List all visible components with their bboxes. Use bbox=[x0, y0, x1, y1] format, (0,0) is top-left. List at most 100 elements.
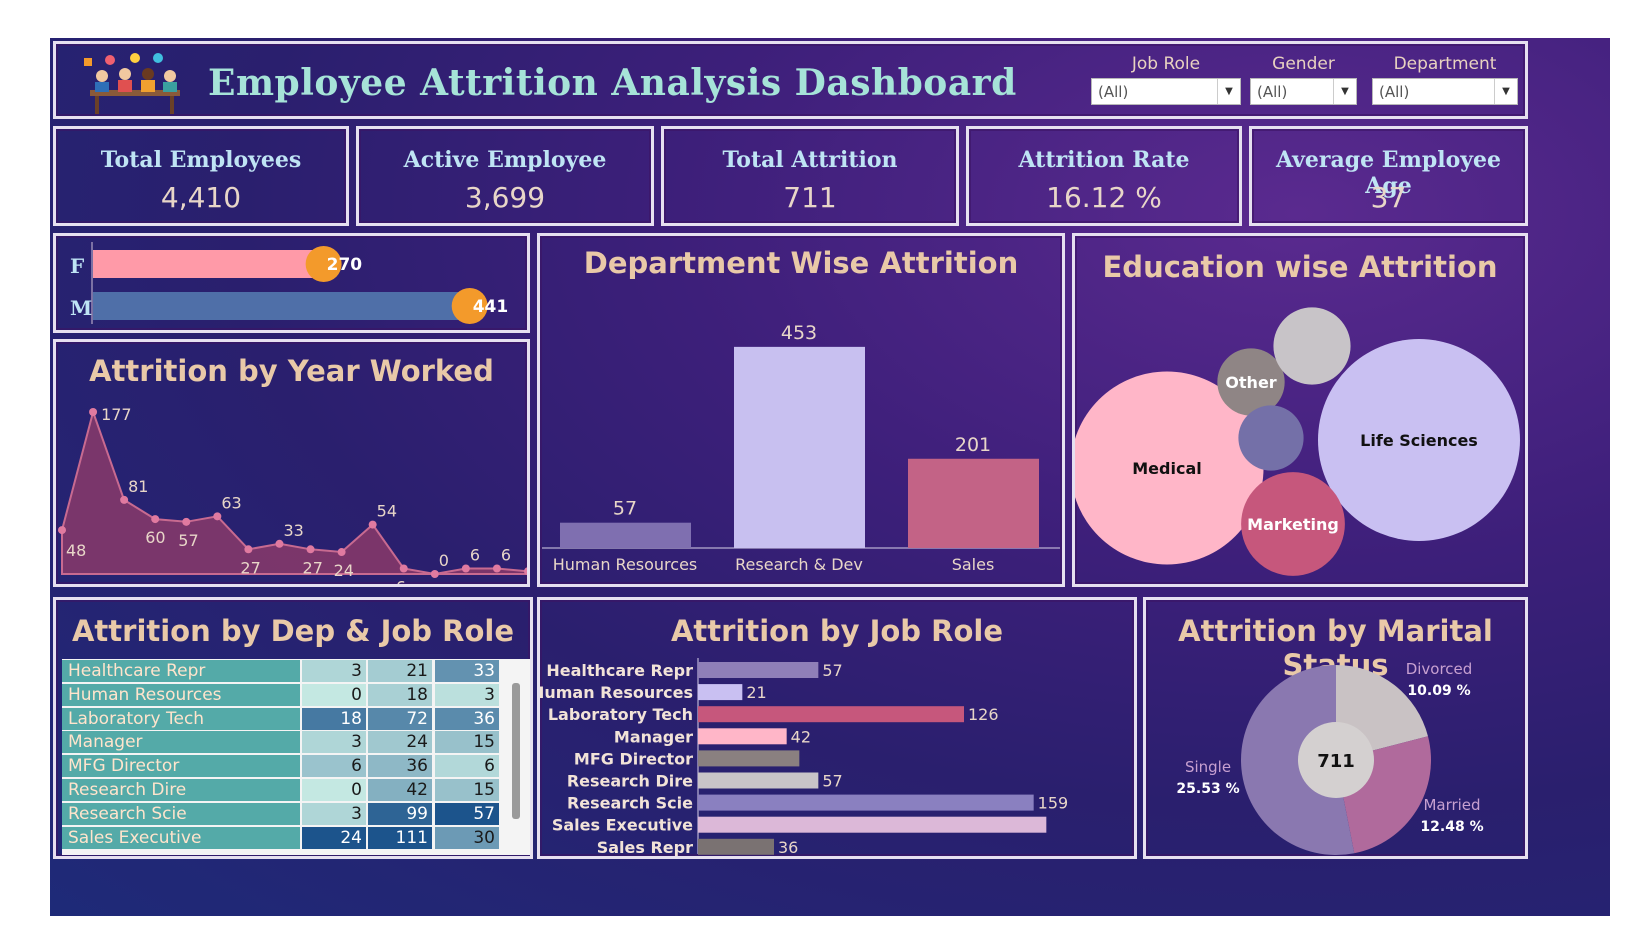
job-role-label: Research Scie bbox=[567, 794, 693, 813]
year-value-label: 6 bbox=[501, 546, 511, 565]
education-bubble-label: Medical bbox=[1132, 459, 1201, 478]
table-cell: 18 bbox=[368, 683, 432, 706]
job-role-value-label: 159 bbox=[1038, 794, 1069, 813]
job-role-label: Laboratory Tech bbox=[548, 705, 693, 724]
education-bubble-chart: Medical Life Sciences Marketing Other bbox=[1075, 307, 1520, 576]
gender-code-label: M bbox=[70, 296, 92, 320]
kpi-value: 37 bbox=[1370, 181, 1407, 214]
year-point bbox=[368, 520, 377, 529]
department-bar-chart: 57 Human Resources 453 Research & Dev 201 Sal… bbox=[542, 322, 1060, 574]
marital-donut-chart: 711 Divorced 10.09 % Married 12.48 % Single 25… bbox=[1176, 660, 1484, 855]
kpi-label: Total Attrition bbox=[722, 147, 898, 173]
table-row-label: MFG Director bbox=[62, 755, 300, 778]
dept-bar bbox=[734, 346, 865, 548]
year-value-label: 60 bbox=[145, 528, 165, 547]
year-point bbox=[151, 515, 160, 524]
job-role-value-label: 42 bbox=[791, 727, 811, 746]
education-attrition-panel: Education wise Attrition Medical Life Sci… bbox=[1072, 233, 1528, 587]
year-point bbox=[430, 570, 439, 578]
year-point bbox=[492, 564, 501, 573]
gender-value-label: 270 bbox=[327, 255, 363, 275]
marital-percent: 25.53 % bbox=[1176, 781, 1239, 797]
marital-label: Single bbox=[1185, 758, 1231, 776]
year-point bbox=[244, 545, 253, 554]
year-value-label: 177 bbox=[101, 405, 132, 424]
year-point bbox=[306, 545, 315, 554]
year-point bbox=[213, 512, 222, 521]
kpi-card-average-age: Average Employee Age 37 bbox=[1249, 126, 1528, 226]
filter-label-gender: Gender bbox=[1272, 54, 1335, 74]
kpi-value: 711 bbox=[783, 181, 837, 214]
marital-label: Married bbox=[1423, 796, 1480, 814]
table-cell: 3 bbox=[302, 660, 366, 682]
table-cell: 42 bbox=[368, 779, 432, 801]
education-bubble-label: Marketing bbox=[1247, 515, 1339, 534]
table-cell: 15 bbox=[435, 779, 499, 801]
kpi-value: 3,699 bbox=[464, 181, 546, 214]
job-role-bar bbox=[698, 816, 1047, 833]
kpi-label: Active Employee bbox=[403, 147, 607, 173]
job-role-value-label: 21 bbox=[746, 683, 766, 702]
department-dropdown[interactable]: (All) ▼ bbox=[1372, 78, 1518, 105]
year-point bbox=[58, 526, 66, 535]
job-role-bar bbox=[698, 838, 774, 855]
job-role-value-label: 57 bbox=[822, 661, 842, 680]
year-value-label: 6 bbox=[470, 546, 480, 565]
chevron-down-icon[interactable]: ▼ bbox=[1494, 79, 1517, 104]
kpi-card-active-employee: Active Employee 3,699 bbox=[356, 126, 654, 226]
year-point bbox=[337, 548, 346, 557]
gender-bar bbox=[93, 292, 470, 320]
year-value-label: 63 bbox=[221, 493, 241, 512]
year-worked-panel: Attrition by Year Worked 48 177 81 60 57 63 27… bbox=[53, 339, 530, 587]
job-role-bar bbox=[698, 706, 964, 723]
table-cell: 36 bbox=[435, 707, 499, 730]
table-cell: 0 bbox=[302, 683, 366, 706]
dept-value-label: 453 bbox=[781, 322, 817, 344]
table-cell: 3 bbox=[302, 731, 366, 754]
table-cell: 0 bbox=[302, 779, 366, 801]
education-bubble-label: Life Sciences bbox=[1360, 431, 1478, 450]
job-role-bar bbox=[698, 662, 819, 678]
job-role-value-label: 57 bbox=[822, 772, 842, 791]
gender-dropdown[interactable]: (All) ▼ bbox=[1250, 78, 1357, 105]
job-role-label: Research Dire bbox=[567, 772, 693, 791]
year-value-label: 24 bbox=[334, 561, 354, 580]
education-bubble bbox=[1273, 307, 1351, 385]
job-role-bar bbox=[698, 750, 800, 767]
table-cell: 24 bbox=[302, 826, 366, 849]
table-row-label: Research Dire bbox=[62, 779, 300, 801]
filter-label-department: Department bbox=[1393, 54, 1497, 74]
table-cell: 18 bbox=[302, 707, 366, 730]
marital-percent: 10.09 % bbox=[1407, 683, 1470, 699]
dept-category-label: Sales bbox=[952, 555, 995, 574]
kpi-value: 4,410 bbox=[160, 181, 242, 214]
job-role-bar bbox=[698, 684, 743, 701]
chevron-down-icon[interactable]: ▼ bbox=[1217, 79, 1240, 104]
job-role-bar bbox=[698, 728, 787, 745]
job-role-dropdown[interactable]: (All) ▼ bbox=[1091, 78, 1241, 105]
job-role-bar-chart: Healthcare Repr 57 Human Resources 21 Labora… bbox=[540, 658, 1069, 856]
year-point bbox=[399, 564, 408, 573]
job-role-value: (All) bbox=[1098, 83, 1129, 101]
filter-label-job-role: Job Role bbox=[1131, 54, 1201, 74]
table-cell: 33 bbox=[435, 660, 499, 682]
table-cell: 36 bbox=[368, 755, 432, 778]
job-role-label: Manager bbox=[614, 727, 693, 746]
dept-bar bbox=[908, 458, 1039, 548]
table-row-label: Healthcare Repr bbox=[62, 660, 300, 682]
table-cell: 6 bbox=[302, 755, 366, 778]
chevron-down-icon[interactable]: ▼ bbox=[1333, 79, 1356, 104]
table-row-label: Manager bbox=[62, 731, 300, 754]
table-row-label: Sales Executive bbox=[62, 826, 300, 849]
department-value: (All) bbox=[1379, 83, 1410, 101]
table-row-label: Laboratory Tech bbox=[62, 707, 300, 730]
table-row-label: Human Resources bbox=[62, 683, 300, 706]
kpi-label: Total Employees bbox=[100, 147, 302, 173]
year-value-label: 0 bbox=[439, 551, 449, 570]
department-attrition-panel: Department Wise Attrition 57 Human Resour… bbox=[537, 233, 1065, 587]
marital-label: Divorced bbox=[1406, 660, 1473, 678]
job-role-label: Healthcare Repr bbox=[546, 661, 693, 680]
scrollbar[interactable] bbox=[512, 683, 520, 819]
donut-center-value: 711 bbox=[1317, 751, 1355, 772]
job-role-label: Sales Repr bbox=[597, 838, 693, 856]
